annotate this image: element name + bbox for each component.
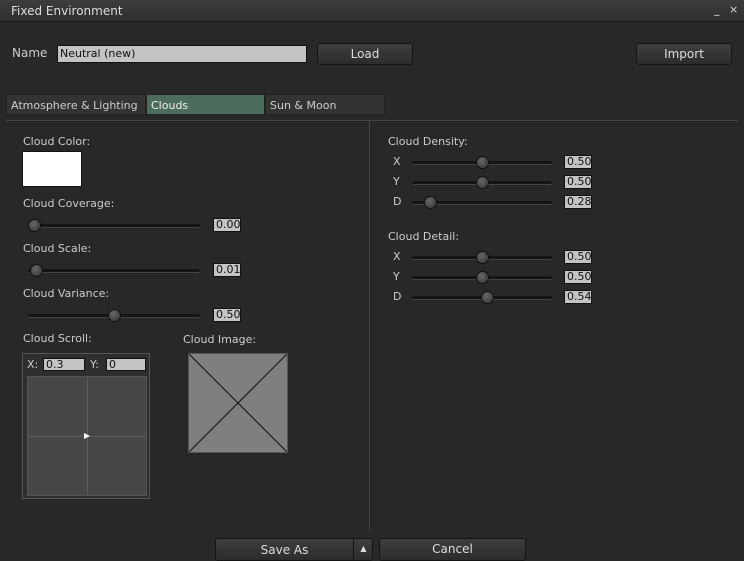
scroll-y-label: Y: — [90, 358, 99, 371]
tab-clouds[interactable]: Clouds — [146, 94, 265, 115]
cloud-detail-y-axis-label: Y — [393, 270, 400, 283]
cloud-detail-x-axis-label: X — [393, 250, 401, 263]
cloud-density-label: Cloud Density: — [388, 135, 468, 148]
cloud-variance-slider[interactable] — [28, 309, 200, 322]
cloud-scroll-label: Cloud Scroll: — [23, 332, 92, 345]
save-as-dropdown-icon[interactable]: ▲ — [353, 539, 373, 560]
cloud-coverage-thumb[interactable] — [28, 219, 41, 232]
cloud-variance-thumb[interactable] — [107, 309, 121, 322]
cloud-coverage-label: Cloud Coverage: — [23, 197, 115, 210]
load-button[interactable]: Load — [317, 43, 413, 65]
cloud-detail-y-slider[interactable] — [412, 271, 552, 284]
cloud-density-x-axis-label: X — [393, 155, 401, 168]
cloud-density-y-thumb[interactable] — [475, 176, 489, 189]
cloud-detail-d-axis-label: D — [393, 290, 402, 303]
cloud-density-x-thumb[interactable] — [475, 156, 489, 169]
panel-divider — [369, 121, 370, 531]
cloud-density-d-axis-label: D — [393, 195, 402, 208]
cloud-detail-d-slider[interactable] — [412, 291, 552, 304]
title-bar: Fixed Environment _ × — [0, 0, 744, 22]
cloud-scale-thumb[interactable] — [29, 264, 43, 277]
minimize-button[interactable]: _ — [714, 3, 720, 16]
name-input[interactable]: Neutral (new) — [57, 45, 307, 63]
cloud-density-y-value[interactable]: 0.50 — [564, 175, 592, 189]
cloud-detail-d-value[interactable]: 0.54 — [564, 290, 592, 304]
cloud-variance-value[interactable]: 0.50 — [213, 308, 241, 322]
tab-divider — [6, 120, 738, 121]
cloud-coverage-slider[interactable] — [28, 219, 200, 232]
cloud-density-y-axis-label: Y — [393, 175, 400, 188]
scroll-x-label: X: — [27, 358, 39, 371]
cloud-coverage-value[interactable]: 0.00 — [213, 218, 241, 232]
window-title: Fixed Environment — [11, 4, 123, 18]
name-label: Name — [12, 46, 48, 60]
cloud-detail-x-thumb[interactable] — [475, 251, 489, 264]
cloud-density-d-slider[interactable] — [412, 196, 552, 209]
cloud-detail-x-value[interactable]: 0.50 — [564, 250, 592, 264]
cloud-detail-y-thumb[interactable] — [475, 271, 489, 284]
cloud-scroll-pad: X: 0.3 Y: 0 — [22, 353, 150, 499]
tab-sun-moon[interactable]: Sun & Moon — [265, 94, 385, 115]
cloud-density-d-value[interactable]: 0.28 — [564, 195, 592, 209]
cloud-scale-value[interactable]: 0.01 — [213, 263, 241, 277]
import-button[interactable]: Import — [636, 43, 732, 65]
scroll-handle-icon[interactable] — [84, 433, 90, 439]
cancel-button[interactable]: Cancel — [379, 538, 526, 561]
cloud-color-swatch[interactable] — [22, 151, 82, 187]
cloud-density-y-slider[interactable] — [412, 176, 552, 189]
cloud-density-d-thumb[interactable] — [423, 196, 437, 209]
close-button[interactable]: × — [729, 3, 738, 16]
cloud-image-picker[interactable] — [188, 353, 288, 453]
scroll-xy-area[interactable] — [27, 376, 147, 496]
cloud-detail-x-slider[interactable] — [412, 251, 552, 264]
save-as-button[interactable]: Save As ▲ — [215, 538, 373, 561]
cloud-density-x-slider[interactable] — [412, 156, 552, 169]
cloud-color-label: Cloud Color: — [23, 135, 91, 148]
cloud-detail-y-value[interactable]: 0.50 — [564, 270, 592, 284]
cloud-scale-slider[interactable] — [28, 264, 200, 277]
cloud-image-label: Cloud Image: — [183, 333, 257, 346]
scroll-x-input[interactable]: 0.3 — [43, 358, 85, 371]
cloud-detail-d-thumb[interactable] — [480, 291, 494, 304]
save-as-label: Save As — [260, 543, 309, 557]
scroll-y-input[interactable]: 0 — [106, 358, 146, 371]
cloud-scale-label: Cloud Scale: — [23, 242, 92, 255]
tab-atmosphere[interactable]: Atmosphere & Lighting — [6, 94, 146, 115]
cloud-variance-label: Cloud Variance: — [23, 287, 110, 300]
cloud-detail-label: Cloud Detail: — [388, 230, 460, 243]
cloud-density-x-value[interactable]: 0.50 — [564, 155, 592, 169]
no-image-icon — [188, 353, 288, 453]
